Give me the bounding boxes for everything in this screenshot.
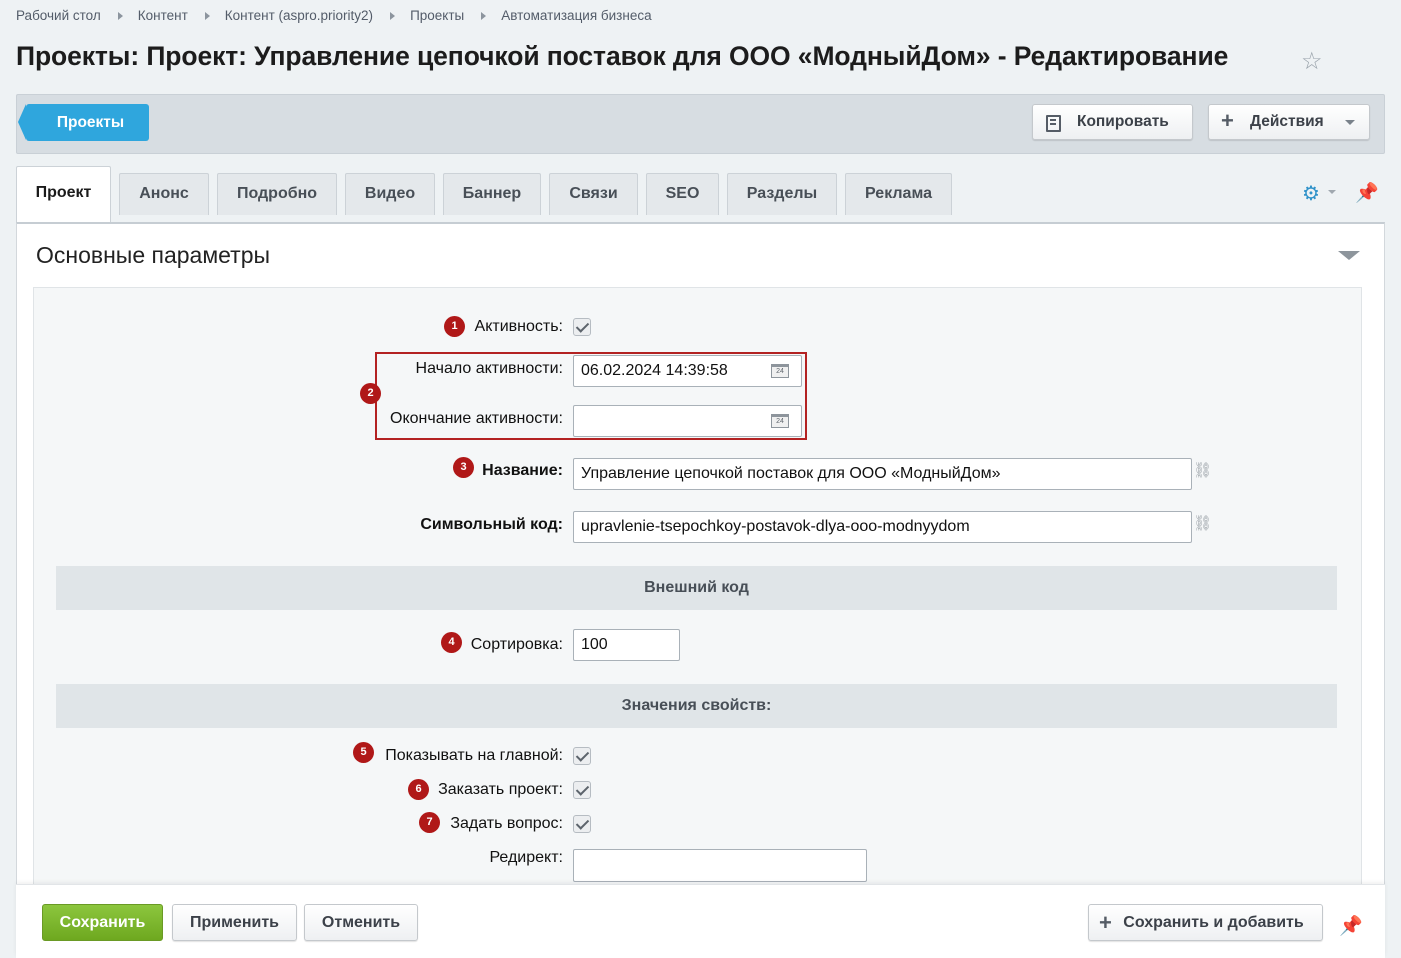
plus-icon: +: [1221, 108, 1234, 133]
pin-icon[interactable]: 📌: [1355, 181, 1379, 205]
breadcrumb-separator-icon: [390, 11, 396, 20]
pin-icon[interactable]: 📌: [1339, 914, 1363, 938]
code-label: Символьный код:: [420, 516, 563, 533]
tab-details[interactable]: Подробно: [217, 173, 337, 215]
annotation-badge-5: 5: [353, 742, 374, 763]
breadcrumb-separator-icon: [481, 11, 487, 20]
back-to-projects-button[interactable]: Проекты: [18, 104, 149, 141]
breadcrumb-desktop[interactable]: Рабочий стол: [16, 8, 101, 23]
annotation-badge-1: 1: [444, 316, 465, 337]
sort-input[interactable]: 100: [573, 629, 680, 661]
breadcrumb: Рабочий стол Контент Контент (aspro.priori…: [16, 8, 652, 23]
ask-question-checkbox[interactable]: [573, 815, 591, 833]
calendar-icon[interactable]: 24: [771, 364, 789, 378]
annotation-badge-4: 4: [441, 632, 462, 653]
breadcrumb-separator-icon: [204, 11, 210, 20]
save-and-add-button[interactable]: + Сохранить и добавить: [1088, 904, 1323, 941]
section-title: Основные параметры: [36, 242, 271, 268]
active-from-label: Начало активности:: [415, 360, 563, 377]
link-chain-icon[interactable]: ⛓: [1193, 514, 1212, 532]
breadcrumb-content-aspro[interactable]: Контент (aspro.priority2): [225, 8, 373, 23]
tab-ads[interactable]: Реклама: [845, 173, 952, 215]
annotation-badge-2: 2: [360, 383, 381, 404]
breadcrumb-separator-icon: [117, 11, 123, 20]
gear-icon[interactable]: ⚙: [1302, 181, 1320, 206]
cancel-button[interactable]: Отменить: [304, 904, 418, 941]
active-checkbox[interactable]: [573, 318, 591, 336]
apply-button[interactable]: Применить: [172, 904, 297, 941]
calendar-icon-day: 24: [776, 368, 784, 375]
annotation-badge-6: 6: [408, 779, 429, 800]
tab-banner[interactable]: Баннер: [443, 173, 541, 215]
active-to-input[interactable]: 24: [573, 405, 802, 437]
favorite-star-icon[interactable]: ☆: [1301, 47, 1323, 76]
calendar-icon[interactable]: 24: [771, 414, 789, 428]
external-code-header: Внешний код: [56, 566, 1337, 610]
order-project-checkbox[interactable]: [573, 781, 591, 799]
tab-video[interactable]: Видео: [345, 173, 435, 215]
active-from-input[interactable]: 06.02.2024 14:39:58 24: [573, 355, 802, 387]
tab-project[interactable]: Проект: [16, 166, 111, 223]
tab-announce[interactable]: Анонс: [119, 173, 209, 215]
annotation-badge-7: 7: [419, 812, 440, 833]
show-main-checkbox[interactable]: [573, 747, 591, 765]
collapse-triangle-icon[interactable]: [1338, 251, 1360, 260]
tab-links[interactable]: Связи: [549, 173, 638, 215]
show-main-label: Показывать на главной:: [385, 747, 563, 764]
plus-icon: +: [1099, 910, 1112, 935]
order-project-label: Заказать проект:: [438, 781, 563, 798]
breadcrumb-projects[interactable]: Проекты: [410, 8, 464, 23]
copy-icon: [1046, 115, 1061, 132]
ask-question-label: Задать вопрос:: [450, 815, 563, 832]
actions-button[interactable]: + Действия: [1208, 104, 1370, 140]
chevron-down-icon[interactable]: [1328, 190, 1336, 194]
copy-button[interactable]: Копировать: [1032, 104, 1193, 140]
tab-seo[interactable]: SEO: [646, 173, 719, 215]
chevron-down-icon: [1345, 120, 1355, 125]
name-label: Название:: [482, 462, 563, 479]
save-and-add-label: Сохранить и добавить: [1123, 914, 1304, 931]
redirect-label: Редирект:: [489, 849, 563, 866]
actions-button-label: Действия: [1250, 113, 1324, 130]
tab-sections[interactable]: Разделы: [727, 173, 837, 215]
properties-header: Значения свойств:: [56, 684, 1337, 728]
annotation-badge-3: 3: [453, 457, 474, 478]
redirect-input[interactable]: [573, 849, 867, 882]
save-button[interactable]: Сохранить: [42, 904, 163, 941]
breadcrumb-business-automation[interactable]: Автоматизация бизнеса: [501, 8, 651, 23]
breadcrumb-content[interactable]: Контент: [138, 8, 188, 23]
page-title: Проекты: Проект: Управление цепочкой пос…: [16, 41, 1229, 71]
code-input[interactable]: upravlenie-tsepochkoy-postavok-dlya-ooo-…: [573, 511, 1192, 543]
calendar-icon-day: 24: [776, 418, 784, 425]
active-label: Активность:: [474, 318, 563, 335]
link-chain-icon[interactable]: ⛓: [1193, 461, 1212, 479]
name-input[interactable]: Управление цепочкой поставок для ООО «Мо…: [573, 458, 1192, 490]
active-to-label: Окончание активности:: [390, 410, 563, 427]
copy-button-label: Копировать: [1077, 113, 1169, 130]
sort-label: Сортировка:: [470, 636, 563, 653]
active-from-value: 06.02.2024 14:39:58: [581, 362, 728, 379]
